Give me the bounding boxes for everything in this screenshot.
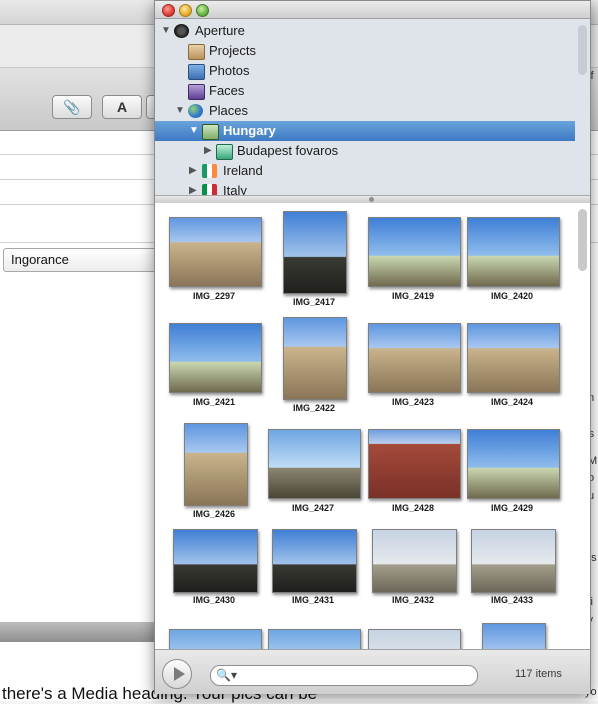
source-item-aperture[interactable]: ▼ Aperture — [155, 21, 575, 41]
photo-label: IMG_2430 — [192, 595, 236, 605]
photo-thumbnail[interactable] — [467, 217, 560, 287]
photo-thumbnail[interactable] — [169, 217, 262, 287]
item-count: 117 items — [515, 668, 562, 680]
source-item-label: Photos — [209, 63, 250, 78]
attach-button[interactable]: 📎 — [52, 95, 92, 119]
photo-thumbnail[interactable] — [268, 629, 361, 649]
photo-thumbnail[interactable] — [467, 429, 560, 499]
photo-label: IMG_2419 — [391, 291, 435, 301]
source-item-budapest[interactable]: ▶ Budapest fovaros — [155, 141, 575, 161]
source-item-label: Places — [209, 103, 249, 118]
play-icon — [174, 667, 185, 681]
zoom-button[interactable] — [196, 4, 209, 17]
photo-grid-scrollbar[interactable] — [578, 209, 587, 271]
photo-thumbnail[interactable] — [368, 429, 461, 499]
flag-ireland-icon — [202, 164, 217, 178]
source-item-label: Ireland — [223, 163, 263, 178]
source-item-projects[interactable]: Projects — [155, 41, 575, 61]
source-item-faces[interactable]: Faces — [155, 81, 575, 101]
photo-thumbnail[interactable] — [372, 529, 457, 593]
faces-icon — [188, 84, 205, 100]
photo-label: IMG_2422 — [292, 403, 336, 413]
photo-thumbnail[interactable] — [368, 323, 461, 393]
close-button[interactable] — [162, 4, 175, 17]
photo-label: IMG_2424 — [490, 397, 534, 407]
photo-thumbnail[interactable] — [368, 217, 461, 287]
source-item-ireland[interactable]: ▶ Ireland — [155, 161, 575, 181]
photo-label: IMG_2433 — [490, 595, 534, 605]
play-button[interactable] — [162, 659, 192, 689]
source-item-photos[interactable]: Photos — [155, 61, 575, 81]
map-pin-icon — [216, 144, 233, 160]
disclosure-triangle-icon[interactable]: ▼ — [189, 121, 199, 141]
globe-icon — [188, 104, 203, 118]
photo-thumbnail[interactable] — [169, 323, 262, 393]
photo-thumbnail[interactable] — [368, 629, 461, 649]
photo-label: IMG_2426 — [192, 509, 236, 519]
flag-hungary-icon — [202, 124, 219, 140]
photo-thumbnail[interactable] — [184, 423, 248, 506]
photo-label: IMG_2421 — [192, 397, 236, 407]
photo-label: IMG_2423 — [391, 397, 435, 407]
source-item-label: Projects — [209, 43, 256, 58]
photo-label: IMG_2427 — [291, 503, 335, 513]
photo-label: IMG_2297 — [192, 291, 236, 301]
disclosure-triangle-icon[interactable]: ▶ — [189, 161, 197, 181]
disclosure-triangle-icon[interactable]: ▶ — [204, 141, 212, 161]
photo-thumbnail[interactable] — [169, 629, 262, 649]
disclosure-triangle-icon[interactable]: ▼ — [161, 21, 171, 41]
media-browser-bottom-bar: 🔍▾ 117 items — [155, 649, 590, 694]
photo-grid: IMG_2297 IMG_2417 IMG_2419 IMG_2420 IMG_… — [155, 203, 590, 649]
source-list: ▼ Aperture Projects Photos Faces ▼ Place… — [155, 19, 590, 195]
format-button[interactable]: A — [102, 95, 142, 119]
disclosure-triangle-icon[interactable]: ▼ — [175, 101, 185, 121]
aperture-icon — [174, 24, 189, 38]
photo-label: IMG_2428 — [391, 503, 435, 513]
source-item-label: Aperture — [195, 23, 245, 38]
flag-italy-icon — [202, 184, 217, 195]
photos-icon — [188, 64, 205, 80]
projects-icon — [188, 44, 205, 60]
search-field[interactable]: 🔍▾ — [210, 665, 478, 686]
media-browser-panel: ▼ Aperture Projects Photos Faces ▼ Place… — [154, 0, 591, 694]
photo-thumbnail[interactable] — [272, 529, 357, 593]
disclosure-triangle-icon[interactable]: ▶ — [189, 181, 197, 195]
source-item-places[interactable]: ▼ Places — [155, 101, 575, 121]
photo-label: IMG_2432 — [391, 595, 435, 605]
divider-handle-icon[interactable] — [369, 197, 374, 202]
source-item-label: Faces — [209, 83, 245, 98]
media-browser-titlebar[interactable] — [155, 1, 590, 19]
photo-label: IMG_2420 — [490, 291, 534, 301]
photo-thumbnail[interactable] — [482, 623, 546, 649]
photo-label: IMG_2417 — [292, 297, 336, 307]
source-item-hungary[interactable]: ▼ Hungary — [155, 121, 575, 141]
photo-thumbnail[interactable] — [283, 317, 347, 400]
source-item-label: Italy — [223, 183, 247, 195]
photo-thumbnail[interactable] — [467, 323, 560, 393]
source-list-scrollbar[interactable] — [578, 25, 587, 75]
photo-thumbnail[interactable] — [283, 211, 347, 294]
photo-label: IMG_2429 — [490, 503, 534, 513]
search-icon: 🔍▾ — [216, 668, 237, 682]
source-item-italy[interactable]: ▶ Italy — [155, 181, 575, 195]
minimize-button[interactable] — [179, 4, 192, 17]
photo-thumbnail[interactable] — [268, 429, 361, 499]
source-item-label: Hungary — [223, 123, 276, 138]
photo-thumbnail[interactable] — [471, 529, 556, 593]
photo-thumbnail[interactable] — [173, 529, 258, 593]
photo-label: IMG_2431 — [291, 595, 335, 605]
source-item-label: Budapest fovaros — [237, 143, 339, 158]
